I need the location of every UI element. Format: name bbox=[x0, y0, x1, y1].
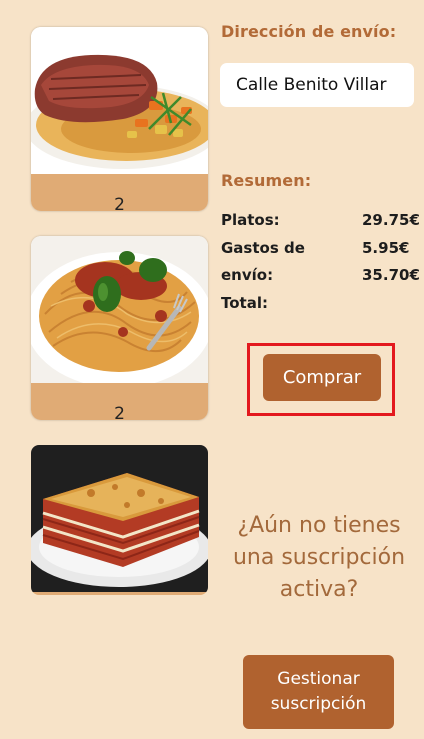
dish-quantity: 2 bbox=[114, 404, 125, 420]
address-input[interactable] bbox=[220, 63, 414, 107]
summary-label-gastos: Gastos de bbox=[221, 238, 305, 257]
summary-labels: Platos: Gastos de envío: Total: bbox=[221, 207, 321, 317]
shipping-title: Dirección de envío: bbox=[221, 22, 397, 41]
steak-dish-photo bbox=[31, 27, 208, 174]
checkout-panel: Dirección de envío: Resumen: Platos: Gas… bbox=[220, 0, 424, 739]
dish-card[interactable]: 2 bbox=[31, 236, 208, 420]
summary-value-total: 35.70€ bbox=[362, 266, 420, 284]
dish-list: 2 2 bbox=[31, 27, 208, 620]
spaghetti-dish-photo bbox=[31, 236, 208, 383]
manage-subscription-button[interactable]: Gestionar suscripción bbox=[243, 655, 394, 729]
summary-values: 29.75€ 5.95€ 35.70€ bbox=[362, 207, 424, 290]
subscription-promo: ¿Aún no tienes una suscripción activa? bbox=[232, 513, 406, 602]
summary-label-total: Total: bbox=[221, 293, 268, 312]
buy-button[interactable]: Comprar bbox=[263, 354, 381, 401]
summary-value-gastos: 5.95€ bbox=[362, 238, 410, 257]
buy-button-highlight: Comprar bbox=[247, 343, 395, 416]
summary-title: Resumen: bbox=[221, 171, 312, 190]
summary-label-envio: envío: bbox=[221, 266, 274, 284]
summary-value-platos: 29.75€ bbox=[362, 211, 420, 229]
quantity-bar bbox=[31, 592, 208, 595]
summary-label-platos: Platos: bbox=[221, 211, 280, 229]
lasagna-dish-photo bbox=[31, 445, 208, 592]
dish-quantity: 2 bbox=[114, 195, 125, 211]
dish-card[interactable]: 2 bbox=[31, 27, 208, 211]
dish-card[interactable] bbox=[31, 445, 208, 595]
